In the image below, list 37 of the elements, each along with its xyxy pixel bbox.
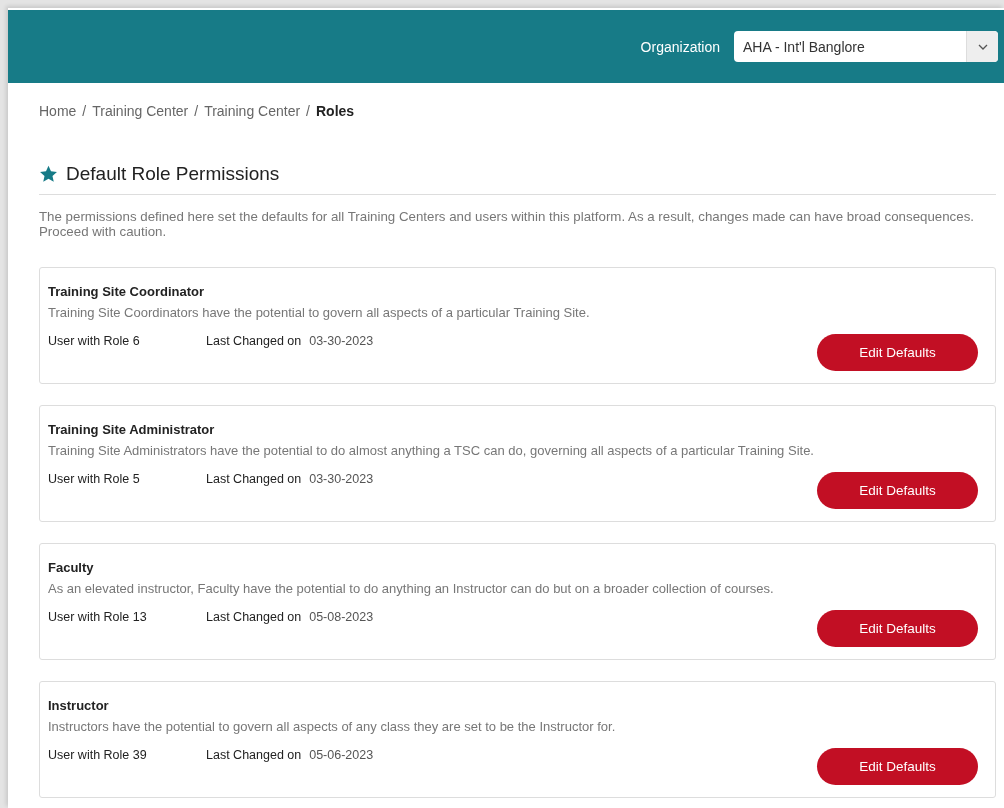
user-count: User with Role 13: [48, 610, 148, 624]
user-count: User with Role 5: [48, 472, 141, 486]
organization-label: Organization: [640, 38, 720, 55]
breadcrumb-item[interactable]: Training Center: [204, 103, 301, 119]
role-description: As an elevated instructor, Faculty have the potential to do anything an Instructor can do but on a broader collection of courses.: [48, 581, 775, 596]
edit-defaults-button[interactable]: Edit Defaults: [817, 334, 978, 371]
chevron-down-icon: [977, 43, 988, 50]
user-count: User with Role 6: [48, 334, 141, 348]
last-changed-date: 05-06-2023: [309, 748, 374, 762]
edit-defaults-button[interactable]: Edit Defaults: [817, 472, 978, 509]
breadcrumb-separator: /: [82, 103, 87, 119]
page-title: Default Role Permissions: [66, 163, 280, 185]
last-changed-label: Last Changed on: [206, 472, 302, 486]
last-changed-label: Last Changed on: [206, 610, 302, 624]
breadcrumb-item[interactable]: Training Center: [92, 103, 189, 119]
edit-defaults-button[interactable]: Edit Defaults: [817, 610, 978, 647]
last-changed-date: 03-30-2023: [309, 472, 374, 486]
role-name: Training Site Coordinator: [48, 284, 205, 299]
last-changed-date: 05-08-2023: [309, 610, 374, 624]
breadcrumb-separator: /: [306, 103, 310, 119]
edit-defaults-button[interactable]: Edit Defaults: [817, 748, 978, 785]
breadcrumb-item[interactable]: Home: [39, 103, 77, 119]
role-description: Training Site Coordinators have the potential to govern all aspects of a particular Training Site.: [48, 305, 591, 320]
role-name: Training Site Administrator: [48, 422, 216, 437]
star-icon: [39, 165, 58, 183]
breadcrumb-item: Roles: [316, 103, 355, 119]
description-text: The permissions defined here set the defaults for all Training Centers and users within this platform. As a result, changes made can have broad consequences. Proceed with caution.: [39, 209, 975, 239]
role-description: Instructors have the potential to govern all aspects of any class they are set to be the Instructor for.: [48, 719, 617, 734]
breadcrumb-separator: /: [194, 103, 199, 119]
last-changed-label: Last Changed on: [206, 748, 302, 762]
last-changed-label: Last Changed on: [206, 334, 302, 348]
user-count: User with Role 39: [48, 748, 148, 762]
role-description: Training Site Administrators have the potential to do almost anything a TSC can do, governing all aspects of a particular Training Site.: [48, 443, 815, 458]
role-name: Faculty: [48, 560, 95, 575]
organization-select[interactable]: AHA - Int'l Banglore: [734, 31, 998, 62]
last-changed-date: 03-30-2023: [309, 334, 374, 348]
role-name: Instructor: [48, 698, 110, 713]
